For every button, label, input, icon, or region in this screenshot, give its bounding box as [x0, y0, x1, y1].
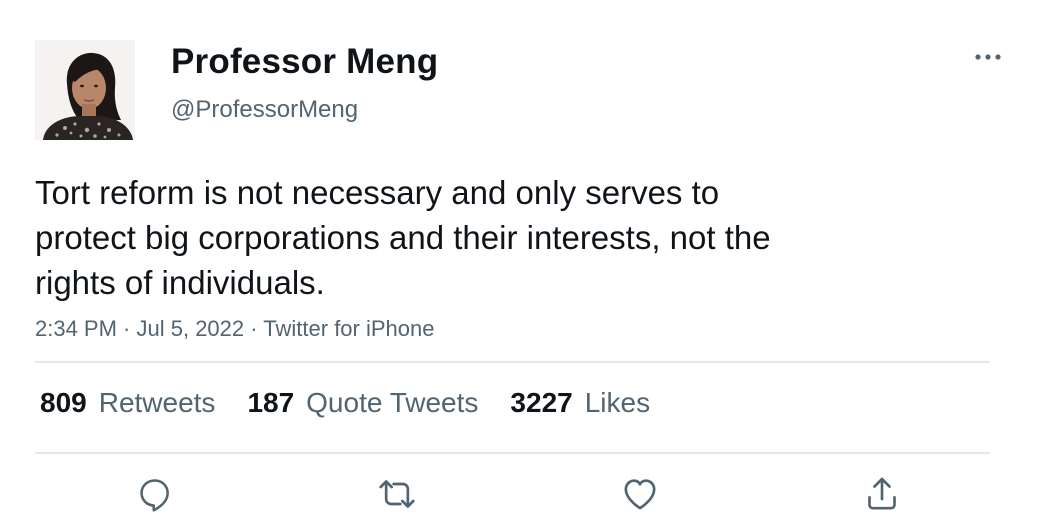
retweet-icon: [379, 480, 415, 508]
tweet-text: Tort reform is not necessary and only se…: [35, 174, 771, 301]
reply-icon: [140, 479, 169, 512]
like-button[interactable]: [620, 474, 660, 514]
engagement-stats: 809 Retweets 187 Quote Tweets 3227 Likes: [40, 387, 682, 419]
quote-tweets-count: 187: [247, 387, 295, 418]
quote-tweets-stat[interactable]: 187 Quote Tweets: [247, 387, 478, 419]
avatar[interactable]: [35, 40, 135, 140]
retweets-label: Retweets: [98, 387, 216, 418]
divider: [35, 452, 990, 454]
tweet-metadata: 2:34 PM · Jul 5, 2022 · Twitter for iPho…: [35, 316, 434, 342]
display-name[interactable]: Professor Meng: [171, 42, 438, 82]
heart-icon: [624, 479, 656, 510]
tweet-date[interactable]: Jul 5, 2022: [137, 316, 245, 341]
reply-button[interactable]: [135, 474, 175, 514]
quote-tweets-label: Quote Tweets: [306, 387, 479, 418]
share-button[interactable]: [862, 474, 902, 514]
retweets-count: 809: [40, 387, 87, 418]
profile-photo-image: [35, 40, 135, 140]
likes-label: Likes: [584, 387, 651, 418]
meta-separator: ·: [116, 316, 137, 341]
meta-separator: ·: [244, 316, 264, 341]
tweet-source[interactable]: Twitter for iPhone: [263, 316, 434, 341]
retweet-button[interactable]: [377, 474, 417, 514]
user-handle[interactable]: @ProfessorMeng: [171, 96, 358, 124]
tweet-card: Professor Meng @ProfessorMeng Tort refor…: [0, 0, 1050, 525]
tweet-time[interactable]: 2:34 PM: [35, 316, 117, 341]
share-icon: [868, 477, 896, 510]
divider: [35, 361, 990, 363]
more-options-icon[interactable]: [972, 45, 1006, 69]
likes-stat[interactable]: 3227 Likes: [510, 387, 650, 419]
likes-count: 3227: [510, 387, 573, 418]
retweets-stat[interactable]: 809 Retweets: [40, 387, 215, 419]
